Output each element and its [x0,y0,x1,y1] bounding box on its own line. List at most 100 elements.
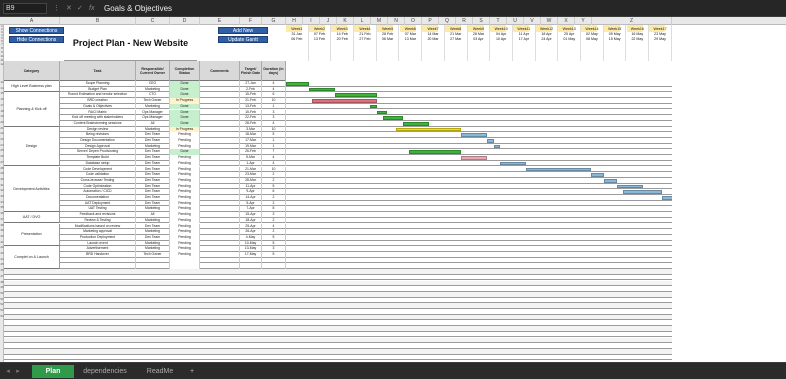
gantt-bar [461,156,488,160]
week-column: Week10 04 Apr 10 Apr [490,25,513,61]
column-header[interactable]: T [490,17,507,25]
week-start-date: 02 May [586,32,598,36]
add-dependency-button[interactable]: Add New Dependency [218,27,268,41]
category-cell[interactable]: Development Activities [4,166,60,213]
column-header[interactable]: I [303,17,320,25]
week-end-date: 29 May [654,37,666,41]
column-header[interactable]: R [456,17,473,25]
column-header[interactable]: E [200,17,240,25]
more-icon[interactable]: ⋮ [53,3,60,14]
category-cell[interactable]: High Level Business plan [4,81,60,93]
week-label: Week9 [472,27,484,31]
sheet-tab-plan[interactable]: Plan [32,365,74,378]
category-cell[interactable]: Planning & Kick off [4,92,60,127]
update-gantt-button[interactable]: Update Gantt [218,36,268,43]
week-label: Week7 [427,27,439,31]
column-header[interactable]: Y [575,17,592,25]
week-end-date: 27 Mar [450,37,462,41]
column-header[interactable]: L [354,17,371,25]
function-icon[interactable]: fx [89,3,94,14]
column-header[interactable]: C [136,17,170,25]
column-header[interactable]: J [320,17,337,25]
category-cell[interactable]: UAT / DVO [4,212,60,224]
gantt-bar [493,144,501,149]
gantt-bar [623,190,663,194]
cancel-icon[interactable]: ✕ [66,3,72,14]
column-header[interactable]: U [507,17,524,25]
column-header[interactable]: H [286,17,303,25]
week-label: Week8 [450,27,462,31]
next-sheet-icon[interactable]: ▸ [14,365,22,378]
worksheet-grid[interactable]: ABCDEFGHIJKLMNOPQRSTUVWXYZ 1 2 3 4 5 6 7 8 9 10 11… [0,17,786,362]
header-category: Category [4,61,60,81]
column-header[interactable]: Q [439,17,456,25]
week-start-date: 23 May [654,32,666,36]
sheet-tab-dependencies[interactable]: dependencies [76,365,134,378]
column-header[interactable]: B [60,17,136,25]
add-sheet-button[interactable]: + [185,365,199,378]
name-box[interactable]: B9 [3,3,47,14]
formula-content[interactable]: Goals & Objectives [104,3,172,14]
prev-sheet-icon[interactable]: ◂ [4,365,12,378]
week-start-date: 31 Jan [291,32,303,36]
column-header[interactable]: A [4,17,60,25]
column-header[interactable]: O [405,17,422,25]
column-header[interactable]: V [524,17,541,25]
gantt-bar [311,99,377,103]
week-end-date: 20 Mar [427,37,439,41]
gantt-bar [487,139,494,143]
week-column: Week7 14 Mar 20 Mar [422,25,445,61]
week-end-date: 27 Feb [359,37,371,41]
week-label: Week4 [359,27,371,31]
header-owner: Responsible/ Current Owner [136,61,170,81]
column-header[interactable]: M [371,17,388,25]
column-header[interactable]: N [388,17,405,25]
sheet-tab-readme[interactable]: ReadMe [136,365,184,378]
column-headers: ABCDEFGHIJKLMNOPQRSTUVWXYZ [0,17,786,25]
gantt-bar [525,167,591,172]
week-label: Week3 [336,27,348,31]
column-header[interactable]: K [337,17,354,25]
column-header[interactable]: G [262,17,286,25]
empty-grid-area[interactable] [672,25,786,362]
show-connections-button[interactable]: Show Connections [9,27,64,34]
empty-row[interactable] [4,354,672,361]
week-column: Week15 09 May 15 May [603,25,627,61]
gantt-bar [590,173,604,177]
column-header[interactable]: P [422,17,439,25]
week-column: Week13 25 Apr 01 May [558,25,582,61]
week-end-date: 17 Apr [518,37,530,41]
week-label: Week17 [653,27,667,31]
week-end-date: 24 Apr [541,37,552,41]
gantt-bar [616,184,643,189]
column-header[interactable]: S [473,17,490,25]
week-start-date: 21 Mar [450,32,462,36]
week-column: Week3 14 Feb 20 Feb [331,25,355,61]
week-column: Week8 21 Mar 27 Mar [444,25,468,61]
week-start-date: 21 Feb [359,32,371,36]
column-header[interactable]: X [558,17,575,25]
category-cell[interactable]: Complet on & Launch [4,246,60,270]
column-header[interactable]: D [170,17,200,25]
column-header[interactable]: W [541,17,558,25]
week-column: Week1 31 Jan 06 Feb [286,25,309,61]
column-header[interactable]: Z [592,17,672,25]
week-end-date: 10 Apr [495,37,507,41]
gantt-bar [402,121,429,126]
week-column: Week17 23 May 29 May [649,25,672,61]
week-start-date: 11 Apr [518,32,529,36]
week-label: Week11 [517,27,531,31]
hide-connections-button[interactable]: Hide Connections [9,36,64,43]
header-task: Task [60,61,136,81]
week-label: Week1 [291,27,303,31]
category-cell[interactable]: Presentation [4,223,60,247]
week-end-date: 06 Mar [382,37,394,41]
week-end-date: 01 May [563,37,576,41]
category-cell[interactable]: Design [4,126,60,167]
confirm-icon[interactable]: ✓ [77,3,83,14]
week-start-date: 28 Mar [472,32,485,36]
header-comments: Comments [200,61,240,81]
week-start-date: 14 Mar [427,32,439,36]
control-buttons: Show Connections Hide Connections [4,25,64,61]
column-header[interactable]: F [240,17,262,25]
